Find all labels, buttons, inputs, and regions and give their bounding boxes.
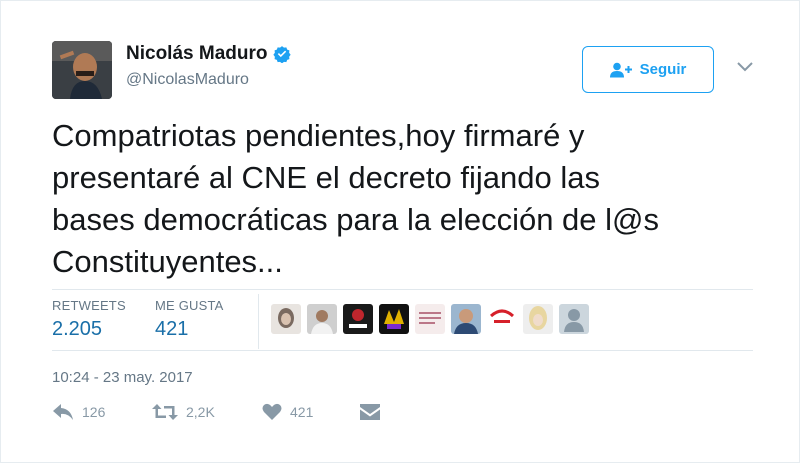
- liker-avatar[interactable]: [487, 304, 517, 334]
- reply-icon: [53, 404, 73, 420]
- tweet-actions: 126 2,2K 421: [52, 403, 380, 421]
- author-name-row[interactable]: Nicolás Maduro: [126, 43, 292, 65]
- liker-avatar[interactable]: [379, 304, 409, 334]
- retweet-button[interactable]: 2,2K: [152, 403, 262, 421]
- retweet-count: 2,2K: [186, 404, 215, 420]
- verified-badge-icon: [273, 46, 292, 63]
- follow-button[interactable]: Seguir: [582, 46, 714, 93]
- reply-button[interactable]: 126: [52, 403, 152, 421]
- tweet-timestamp[interactable]: 10:24 - 23 may. 2017: [52, 369, 193, 386]
- like-button[interactable]: 421: [262, 403, 360, 421]
- add-user-icon: [609, 62, 632, 77]
- retweet-icon: [152, 404, 178, 420]
- retweets-label: RETWEETS: [52, 298, 126, 313]
- liker-avatar[interactable]: [451, 304, 481, 334]
- heart-icon: [262, 403, 282, 420]
- divider: [52, 289, 753, 290]
- liker-avatar[interactable]: [415, 304, 445, 334]
- follow-button-label: Seguir: [639, 61, 687, 78]
- direct-message-button[interactable]: [360, 404, 380, 420]
- liker-avatar[interactable]: [559, 304, 589, 334]
- avatar[interactable]: [52, 41, 112, 99]
- likes-stat[interactable]: ME GUSTA 421: [155, 298, 224, 341]
- author-name[interactable]: Nicolás Maduro: [126, 43, 267, 65]
- retweets-stat[interactable]: RETWEETS 2.205: [52, 298, 126, 341]
- stats-divider: [258, 294, 259, 349]
- tweet-text: Compatriotas pendientes,hoy firmaré y pr…: [52, 118, 659, 279]
- likes-count: 421: [155, 318, 189, 340]
- likes-label: ME GUSTA: [155, 298, 224, 313]
- chevron-down-icon[interactable]: [736, 59, 754, 73]
- liker-avatar[interactable]: [307, 304, 337, 334]
- author-handle[interactable]: @NicolasMaduro: [126, 71, 249, 89]
- liker-avatar[interactable]: [343, 304, 373, 334]
- liker-avatar[interactable]: [523, 304, 553, 334]
- reply-count: 126: [82, 404, 106, 420]
- likers-avatars: [271, 304, 595, 334]
- divider: [52, 350, 753, 351]
- envelope-icon: [360, 404, 380, 420]
- liker-avatar[interactable]: [271, 304, 301, 334]
- retweets-count: 2.205: [52, 318, 103, 340]
- like-count: 421: [290, 404, 314, 420]
